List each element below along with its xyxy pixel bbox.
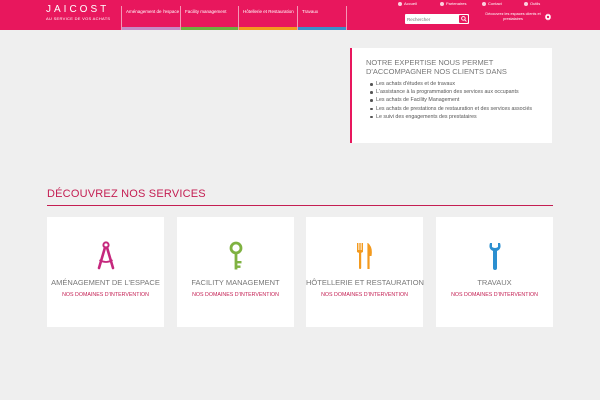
- top-link-contact-label: Contact: [488, 1, 502, 6]
- services-divider: [47, 205, 553, 206]
- nav-item-hotellerie[interactable]: Hôtellerie et Restauration: [238, 6, 297, 30]
- search-box: [405, 14, 469, 24]
- gear-small-icon: [524, 1, 528, 6]
- service-card-link[interactable]: NOS DOMAINES D'INTERVENTION: [47, 291, 164, 299]
- top-header: JAICOST AU SERVICE DE VOS ACHATS Aménage…: [0, 0, 600, 30]
- search-button[interactable]: [459, 15, 468, 23]
- nav-item-espace[interactable]: Aménagement de l'espace: [121, 6, 180, 30]
- service-card-facility[interactable]: Facility Management NOS DOMAINES D'INTER…: [177, 217, 294, 327]
- service-card-link[interactable]: NOS DOMAINES D'INTERVENTION: [436, 291, 553, 299]
- mail-icon: [482, 1, 486, 6]
- nav-hotellerie-color-bar: [239, 27, 297, 30]
- nav-item-espace-label: Aménagement de l'espace: [126, 9, 180, 14]
- service-card-title: Travaux: [477, 278, 512, 287]
- compass-icon: [97, 241, 114, 270]
- nav-item-facility-label: Facility management: [185, 9, 227, 14]
- top-link-home-label: Accueil: [404, 1, 417, 6]
- service-card-travaux[interactable]: Travaux NOS DOMAINES D'INTERVENTION: [436, 217, 553, 327]
- service-card-hotellerie[interactable]: Hôtellerie et Restauration NOS DOMAINES …: [306, 217, 424, 327]
- wrench-icon: [488, 243, 501, 270]
- list-item: Les achats de Facility Management: [370, 96, 546, 104]
- search-input[interactable]: [407, 15, 457, 23]
- top-link-tools[interactable]: Outils: [524, 0, 540, 8]
- list-item: Les achats de prestations de restauratio…: [370, 105, 546, 113]
- nav-item-travaux[interactable]: Travaux: [297, 6, 347, 30]
- top-link-partners-label: Partenaires: [446, 1, 467, 6]
- list-item: Les achats d'études et de travaux: [370, 80, 546, 88]
- nav-item-facility[interactable]: Facility management: [180, 6, 238, 30]
- expertise-box: Notre expertise nous permet d'accompagne…: [350, 48, 552, 143]
- service-card-link[interactable]: NOS DOMAINES D'INTERVENTION: [177, 291, 294, 299]
- logo-title: JAICOST: [46, 4, 110, 15]
- expertise-list: Les achats d'études et de travaux L'assi…: [370, 80, 546, 121]
- search-icon: [460, 16, 467, 22]
- list-item: L'assistance à la programmation des serv…: [370, 88, 546, 96]
- home-icon: [398, 1, 402, 6]
- top-link-contact[interactable]: Contact: [482, 0, 502, 8]
- top-link-tools-label: Outils: [530, 1, 541, 6]
- site-logo[interactable]: JAICOST AU SERVICE DE VOS ACHATS: [46, 5, 116, 22]
- nav-travaux-color-bar: [298, 27, 346, 30]
- nav-facility-color-bar: [181, 27, 238, 30]
- list-item: Le suivi des engagements des prestataire…: [370, 113, 546, 121]
- service-card-title: Aménagement de l'espace: [51, 278, 160, 287]
- service-card-espace[interactable]: Aménagement de l'espace NOS DOMAINES D'I…: [47, 217, 164, 327]
- fork-knife-icon: [356, 243, 372, 269]
- top-link-home[interactable]: Accueil: [398, 0, 417, 8]
- services-heading: DÉCOUVREZ NOS SERVICES: [47, 188, 206, 200]
- nav-item-hotellerie-label: Hôtellerie et Restauration: [243, 9, 294, 14]
- top-link-partners[interactable]: Partenaires: [440, 0, 466, 8]
- user-icon: [440, 1, 444, 6]
- service-card-title: Hôtellerie et Restauration: [306, 278, 424, 287]
- nav-espace-color-bar: [122, 27, 180, 30]
- service-card-title: Facility Management: [191, 278, 280, 287]
- expertise-title: Notre expertise nous permet d'accompagne…: [366, 58, 507, 76]
- nav-item-travaux-label: Travaux: [302, 9, 319, 14]
- key-icon: [229, 241, 242, 270]
- settings-gear-icon[interactable]: [544, 13, 552, 21]
- logo-subtitle: AU SERVICE DE VOS ACHATS: [46, 16, 111, 21]
- service-card-link[interactable]: NOS DOMAINES D'INTERVENTION: [306, 291, 423, 299]
- client-space-link[interactable]: Découvrez les espaces clients et prestat…: [484, 12, 542, 21]
